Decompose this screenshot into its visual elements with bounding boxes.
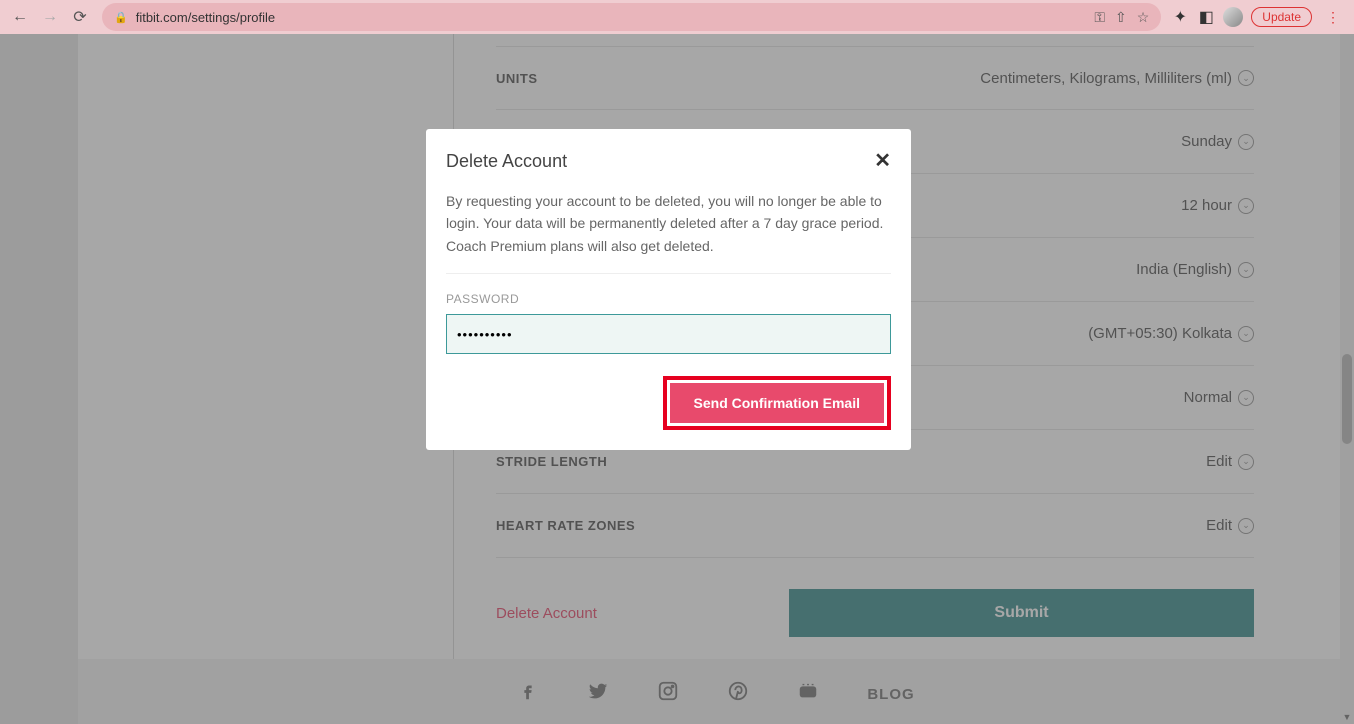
send-confirmation-button[interactable]: Send Confirmation Email: [670, 383, 884, 423]
password-label: PASSWORD: [446, 292, 891, 306]
key-icon[interactable]: ⚿: [1094, 9, 1105, 26]
profile-avatar[interactable]: [1223, 7, 1243, 27]
password-input[interactable]: [446, 314, 891, 354]
reload-button[interactable]: ⟳: [68, 5, 92, 29]
viewport: UNITS Centimeters, Kilograms, Milliliter…: [0, 34, 1354, 724]
modal-description: By requesting your account to be deleted…: [446, 190, 891, 274]
delete-account-modal: Delete Account ✕ By requesting your acco…: [426, 129, 911, 450]
star-icon[interactable]: ☆: [1137, 9, 1150, 26]
lock-icon: 🔒: [114, 11, 128, 24]
back-button[interactable]: ←: [8, 5, 32, 29]
extensions-icon[interactable]: ✦: [1171, 8, 1189, 26]
highlight-box: Send Confirmation Email: [663, 376, 891, 430]
forward-button[interactable]: →: [38, 5, 62, 29]
update-button[interactable]: Update: [1251, 7, 1312, 27]
address-bar[interactable]: 🔒 fitbit.com/settings/profile ⚿ ⇧ ☆: [102, 3, 1161, 31]
panel-icon[interactable]: ◧: [1197, 8, 1215, 26]
share-icon[interactable]: ⇧: [1115, 9, 1127, 26]
menu-icon[interactable]: ⋮: [1320, 9, 1346, 26]
modal-title: Delete Account: [446, 151, 567, 172]
close-icon[interactable]: ✕: [874, 151, 891, 171]
url-text: fitbit.com/settings/profile: [136, 10, 1087, 25]
browser-toolbar: ← → ⟳ 🔒 fitbit.com/settings/profile ⚿ ⇧ …: [0, 0, 1354, 34]
